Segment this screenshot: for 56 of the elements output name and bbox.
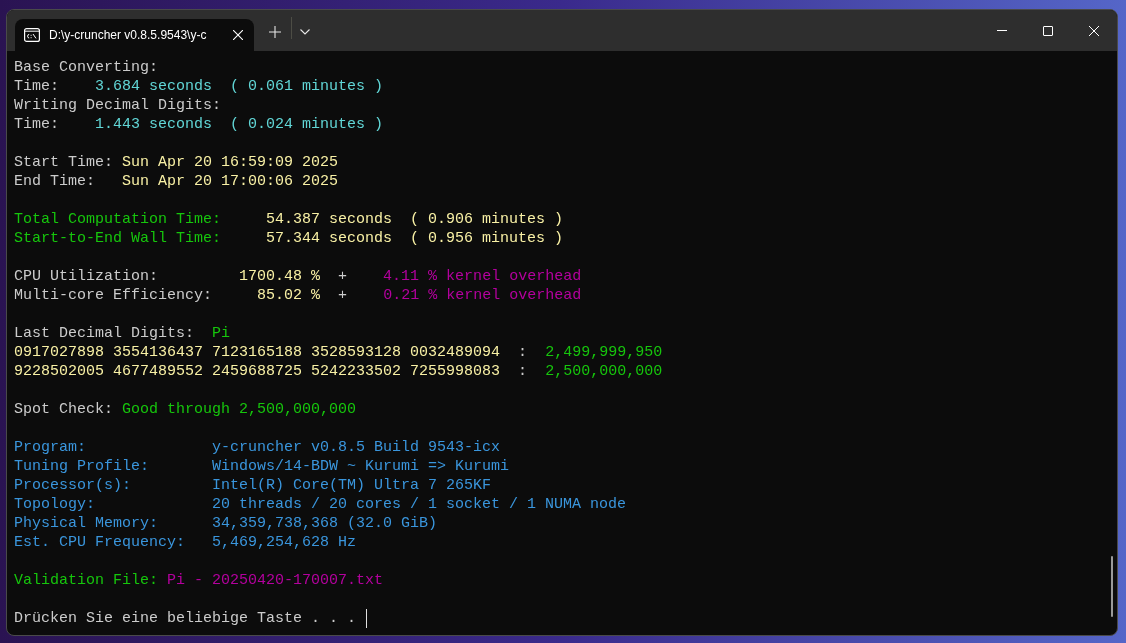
terminal-text: Pi bbox=[212, 325, 231, 342]
scrollbar-thumb[interactable] bbox=[1111, 556, 1113, 617]
terminal-text: Intel(R) Core(TM) Ultra 7 265KF bbox=[212, 477, 492, 494]
terminal-text: 20 threads / 20 cores / 1 socket / 1 NUMA node bbox=[212, 496, 627, 513]
terminal-text: : bbox=[518, 363, 528, 380]
terminal-text: Time: bbox=[14, 78, 59, 95]
terminal-text: Windows/14-BDW ~ Kurumi => Kurumi bbox=[212, 458, 510, 475]
terminal-text: 4.11 % kernel overhead bbox=[383, 268, 582, 285]
terminal-text: + bbox=[338, 287, 348, 304]
terminal-text: y-cruncher v0.8.5 Build 9543-icx bbox=[212, 439, 501, 456]
plus-icon bbox=[269, 26, 281, 38]
terminal-text: Drücken Sie eine beliebige Taste . . . bbox=[14, 610, 357, 627]
terminal-text: Est. CPU Frequency: bbox=[14, 534, 186, 551]
terminal-text: Spot Check: bbox=[14, 401, 114, 418]
terminal-text: Topology: bbox=[14, 496, 95, 513]
minimize-icon bbox=[997, 30, 1007, 31]
terminal-text: Validation File: bbox=[14, 572, 159, 589]
terminal-text: Time: bbox=[14, 116, 59, 133]
terminal-icon bbox=[24, 28, 40, 42]
terminal-text: + bbox=[338, 268, 348, 285]
terminal-text: 2,499,999,950 bbox=[545, 344, 663, 361]
terminal-text: End Time: bbox=[14, 173, 95, 190]
terminal-text: : bbox=[518, 344, 528, 361]
terminal-tab[interactable]: D:\y-cruncher v0.8.5.9543\y-c bbox=[15, 19, 254, 51]
terminal-text: 1.443 seconds ( 0.024 minutes ) bbox=[95, 116, 384, 133]
terminal-text: Start-to-End Wall Time: bbox=[14, 230, 222, 247]
terminal-text: Start Time: bbox=[14, 154, 114, 171]
terminal-text: Tuning Profile: bbox=[14, 458, 150, 475]
terminal-text: 0917027898 3554136437 7123165188 3528593128 0032489094 bbox=[14, 344, 501, 361]
terminal-text: Writing Decimal Digits: bbox=[14, 97, 222, 114]
terminal-text: Pi - 20250420-170007.txt bbox=[167, 572, 384, 589]
terminal-text: 85.02 % bbox=[257, 287, 321, 304]
terminal-text: Sun Apr 20 16:59:09 2025 bbox=[122, 154, 339, 171]
terminal-text: Multi-core Efficiency: bbox=[14, 287, 213, 304]
close-icon bbox=[1089, 25, 1099, 36]
close-icon bbox=[233, 30, 243, 40]
terminal-text: 5,469,254,628 Hz bbox=[212, 534, 357, 551]
terminal-text: 3.684 seconds ( 0.061 minutes ) bbox=[95, 78, 384, 95]
terminal-text: Sun Apr 20 17:00:06 2025 bbox=[122, 173, 339, 190]
terminal-text: Processor(s): bbox=[14, 477, 132, 494]
terminal-text: 9228502005 4677489552 2459688725 5242233502 7255998083 bbox=[14, 363, 501, 380]
terminal-text: CPU Utilization: bbox=[14, 268, 159, 285]
terminal-text: 2,500,000,000 bbox=[545, 363, 663, 380]
terminal-text: 0.21 % kernel overhead bbox=[383, 287, 582, 304]
terminal-text: Good through 2,500,000,000 bbox=[122, 401, 357, 418]
maximize-icon bbox=[1043, 25, 1053, 36]
terminal-text: 1700.48 % bbox=[239, 268, 321, 285]
terminal-text: Last Decimal Digits: bbox=[14, 325, 195, 342]
terminal-text: Program: bbox=[14, 439, 86, 456]
terminal-text: 54.387 seconds ( 0.906 minutes ) bbox=[266, 211, 564, 228]
terminal-text: 34,359,738,368 (32.0 GiB) bbox=[212, 515, 438, 532]
chevron-down-icon bbox=[300, 29, 310, 35]
terminal-text: Base Converting: bbox=[14, 59, 159, 76]
terminal-text: Total Computation Time: bbox=[14, 211, 222, 228]
terminal-text: Physical Memory: bbox=[14, 515, 159, 532]
terminal-text: 57.344 seconds ( 0.956 minutes ) bbox=[266, 230, 564, 247]
